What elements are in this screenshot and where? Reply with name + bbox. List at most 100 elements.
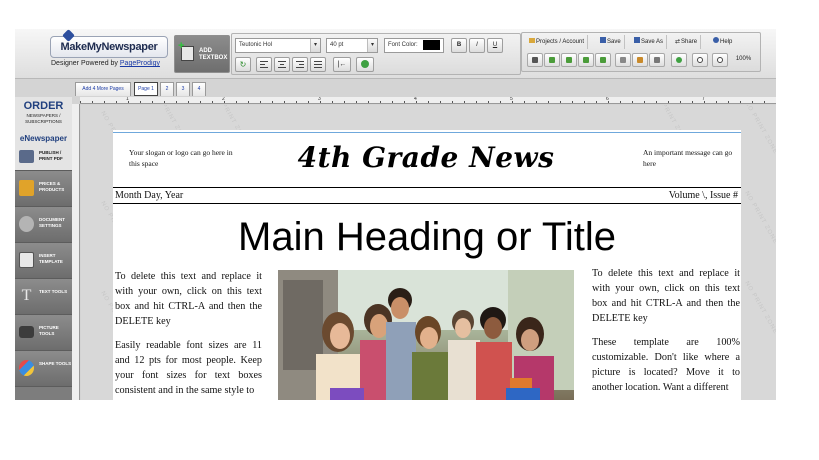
zoom-in-button[interactable] [692,53,708,67]
no-print-zone-watermark: NO PRINT ZONE [743,190,776,246]
italic-button[interactable]: I [469,38,485,53]
save-button[interactable]: Save [600,35,625,49]
sidebar-item-prices[interactable]: PRICES & PRODUCTS [15,171,72,207]
chevron-down-icon: ▾ [310,39,320,52]
zoom-out-icon [717,57,723,63]
grid-button[interactable] [527,53,543,67]
ruler-tick [308,101,309,103]
left-sidebar: ORDER NEWSPAPERS / SUBSCRIPTIONS eNewspa… [15,97,72,400]
sidebar-item-picture-tools[interactable]: PICTURE TOOLS [15,315,72,351]
save-as-button[interactable]: Save As [634,35,668,49]
printer-icon [19,150,34,163]
ruler-tick [320,101,321,103]
ruler-tick [128,101,129,103]
ruler-tick [104,101,105,103]
masthead-title[interactable]: 4th Grade News [291,141,561,175]
projects-account-button[interactable]: Projects / Account [529,35,589,49]
order-newspapers-button[interactable]: ORDER NEWSPAPERS / SUBSCRIPTIONS [15,97,72,133]
ruler-tick [620,101,621,103]
students-group-photo[interactable] [278,270,574,400]
sidebar-item-shape-tools[interactable]: SHAPE TOOLS [15,351,72,387]
align-right-button[interactable] [292,57,308,72]
sidebar-item-label: PRICES & PRODUCTS [39,181,65,192]
ruler-tick [488,101,489,103]
main-headline[interactable]: Main Heading or Title [113,214,741,260]
zoom-level[interactable]: 100% [731,53,756,68]
tab-add-pages[interactable]: Add 4 More Pages [75,82,131,96]
add-textbox-button[interactable]: ADD TEXTBOX [174,35,230,73]
tab-page-1[interactable]: Page 1 [134,82,158,96]
share-button[interactable]: ⇄Share [675,35,702,49]
left-column-textbox[interactable]: To delete this text and replace it with … [115,269,262,400]
tab-page-4[interactable]: 4 [192,82,206,96]
right-column-textbox[interactable]: To delete this text and replace it with … [592,266,740,400]
sidebar-item-text-tools[interactable]: T TEXT TOOLS [15,279,72,315]
help-button[interactable]: Help [713,35,735,49]
copy-button[interactable] [615,53,631,67]
ruler-tick [260,101,261,103]
layer-backward-button[interactable] [578,53,594,67]
ruler-tick [212,101,213,103]
newspaper-page[interactable]: Your slogan or logo can go here in this … [113,130,741,400]
no-print-zone-watermark: NO PRINT ZONE [743,280,776,336]
volume-issue[interactable]: Volume \, Issue # [669,190,738,201]
paste-button[interactable] [632,53,648,67]
ruler-tick [656,101,657,103]
sidebar-item-label: SHAPE TOOLS [39,361,72,366]
ruler-tick [392,101,393,103]
students-photo-illustration [278,270,574,400]
sidebar-item-insert-template[interactable]: INSERT TEMPLATE [15,243,72,279]
pencil-icon [19,180,34,196]
indent-button[interactable]: |← [333,57,351,72]
ruler-tick [560,101,561,103]
ruler-tick [224,101,225,103]
right-paragraph-1: To delete this text and replace it with … [592,268,740,324]
bring-front-icon [549,57,555,63]
ruler-tick [368,101,369,103]
align-center-button[interactable] [274,57,290,72]
zoom-in-icon [697,57,703,63]
layer-forward-button[interactable] [561,53,577,67]
left-paragraph-2: Easily readable font sizes are 11 and 12… [115,340,262,396]
ruler-tick [596,101,597,103]
left-paragraph-1: To delete this text and replace it with … [115,271,262,327]
order-subtitle: NEWSPAPERS / SUBSCRIPTIONS [25,113,62,124]
layer-front-button[interactable] [544,53,560,67]
sidebar-item-document-settings[interactable]: DOCUMENT SETTINGS [15,207,72,243]
font-color-swatch[interactable] [423,40,440,50]
ruler-tick [428,101,429,103]
page-tabs-row: Add 4 More Pages Page 1 2 3 4 [72,79,776,97]
ruler-tick [692,101,693,103]
layer-back-button[interactable] [595,53,611,67]
align-left-button[interactable] [256,57,272,72]
zoom-out-button[interactable] [712,53,728,67]
important-message-textbox[interactable]: An important message can go here [643,147,733,169]
delete-button[interactable] [649,53,665,67]
tab-page-3[interactable]: 3 [176,82,190,96]
powered-prefix: Designer Powered by [51,60,118,67]
underline-button[interactable]: U [487,38,503,53]
pageprodigy-link[interactable]: PageProdigy [120,60,160,67]
paste-icon [637,57,643,63]
spellcheck-button[interactable] [356,57,374,72]
ruler-tick [200,101,201,103]
font-size-select[interactable]: 40 pt ▾ [326,38,378,53]
design-canvas[interactable]: NO PRINT ZONE NO PRINT ZONE NO PRINT ZONE N… [81,105,776,400]
refresh-icon [676,57,682,63]
ruler-tick [272,101,273,103]
font-family-select[interactable]: Teutonic Hol ▾ [235,38,321,53]
ruler-tick [380,101,381,103]
sidebar-item-publish[interactable]: PUBLISH / PRINT PDF [15,144,72,171]
camera-icon [19,326,34,338]
undo-color-button[interactable]: ↻ [235,57,251,72]
save-icon [600,37,606,43]
enewspaper-title: eNewspaper [15,133,72,144]
date-line[interactable]: Month Day, Year [115,190,183,201]
bold-button[interactable]: B [451,38,467,53]
tab-page-2[interactable]: 2 [160,82,174,96]
sidebar-item-label: INSERT TEMPLATE [39,253,63,264]
newspaper-designer-app: MakeMyNewspaper Designer Powered by Page… [15,29,776,400]
slogan-textbox[interactable]: Your slogan or logo can go here in this … [129,147,239,169]
refresh-button[interactable] [671,53,687,67]
justify-button[interactable] [310,57,326,72]
